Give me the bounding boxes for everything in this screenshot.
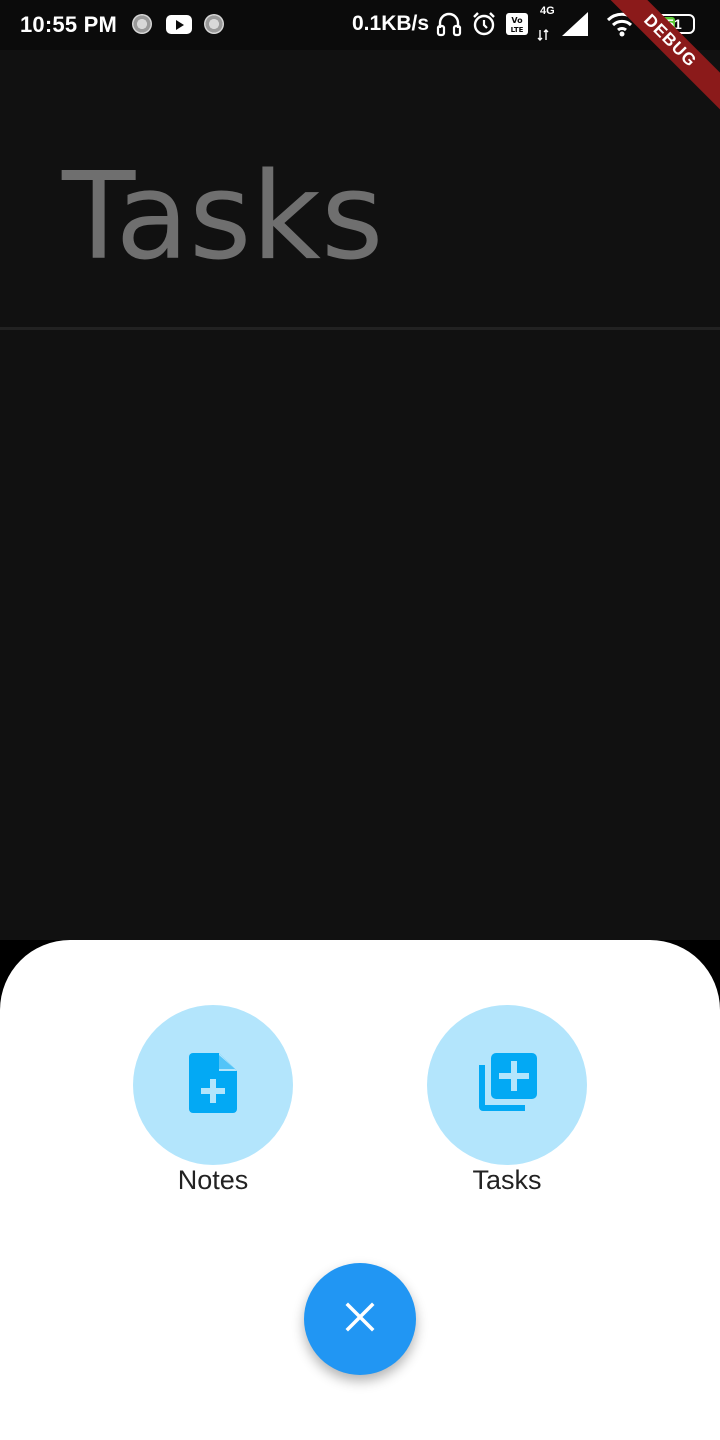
alarm-icon <box>471 10 497 43</box>
battery-level: 51 <box>666 16 682 32</box>
library-add-icon <box>477 1052 537 1118</box>
title-divider <box>0 327 720 330</box>
close-button[interactable] <box>304 1263 416 1375</box>
add-task-label: Tasks <box>472 1165 542 1195</box>
status-bar: 10:55 PM 0.1KB/s Vo LTE 4G 51 <box>0 0 720 50</box>
sync-icon <box>132 14 152 34</box>
page-title: Tasks <box>62 148 384 287</box>
volte-icon: Vo LTE <box>505 10 529 43</box>
cell-signal-icon <box>560 10 590 43</box>
note-add-icon <box>189 1052 237 1118</box>
add-task-button[interactable] <box>427 1005 587 1165</box>
status-time: 10:55 PM <box>20 12 117 37</box>
add-task-action[interactable]: Tasks <box>427 1005 587 1195</box>
youtube-icon <box>166 15 192 34</box>
sync-icon-2 <box>204 14 224 34</box>
add-note-label: Notes <box>177 1165 249 1195</box>
svg-text:Vo: Vo <box>511 16 523 25</box>
add-note-action[interactable]: Notes <box>133 1005 293 1195</box>
bottom-sheet: Notes Tasks <box>0 940 720 1440</box>
svg-text:LTE: LTE <box>511 26 524 34</box>
data-arrows-icon <box>537 28 549 46</box>
wifi-icon <box>606 10 638 43</box>
network-type: 4G <box>540 5 555 17</box>
add-note-button[interactable] <box>133 1005 293 1165</box>
net-speed: 0.1KB/s <box>352 12 430 35</box>
close-icon <box>344 1301 376 1338</box>
headphones-icon <box>436 10 462 43</box>
battery-indicator: 51 <box>653 14 695 34</box>
